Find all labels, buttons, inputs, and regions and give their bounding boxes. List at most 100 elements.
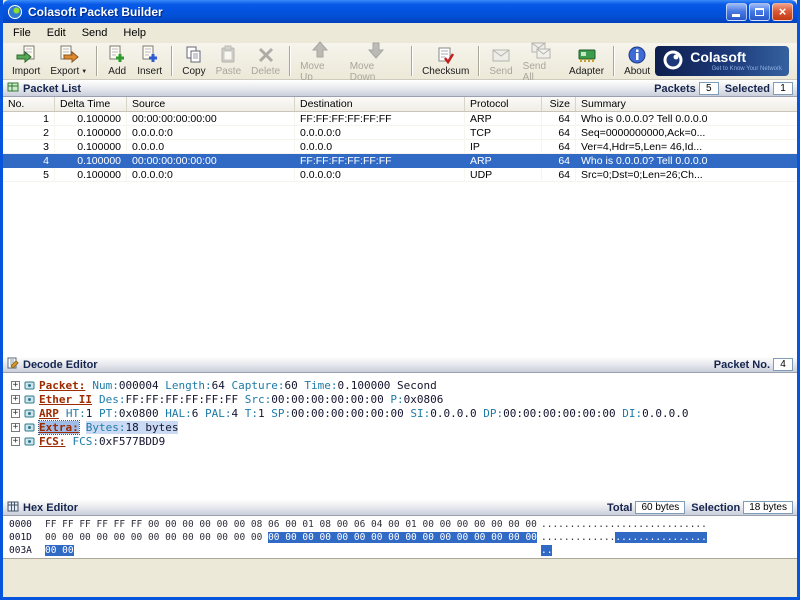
menu-item-file[interactable]: File — [5, 24, 39, 42]
expand-icon[interactable]: + — [11, 395, 20, 404]
cell-protocol: TCP — [465, 126, 542, 140]
cell-delta: 0.100000 — [55, 168, 127, 182]
decode-value: 0.0.0.0 — [430, 407, 476, 420]
minimize-button[interactable] — [726, 3, 747, 21]
toolbar: ImportExport▼ AddInsert Copy Paste Delete Mov… — [3, 43, 797, 80]
decode-value: 1 — [86, 407, 93, 420]
column-header-source[interactable]: Source — [127, 97, 295, 111]
close-button[interactable] — [772, 3, 793, 21]
hex-ascii: .. — [541, 545, 552, 556]
decode-editor-header: Decode Editor Packet No. 4 — [3, 356, 797, 373]
packet-row-5[interactable]: 50.1000000.0.0.0:00.0.0.0:0UDP64Src=0;Ds… — [3, 168, 797, 182]
insert-button[interactable]: Insert — [132, 44, 167, 78]
cell-dest: 0.0.0.0 — [295, 140, 465, 154]
cell-no: 5 — [3, 168, 55, 182]
column-header-no-[interactable]: No. — [3, 97, 55, 111]
decode-value: 6 — [192, 407, 199, 420]
cell-no: 1 — [3, 112, 55, 126]
decode-line-packet-[interactable]: +Packet:Num:000004 Length:64 Capture:60 … — [3, 378, 797, 392]
hex-editor-title: Hex Editor — [23, 502, 78, 514]
column-header-size[interactable]: Size — [542, 97, 576, 111]
hex-ascii: ............................. — [541, 532, 707, 543]
total-value: 60 bytes — [635, 501, 685, 514]
hex-bytes: 00 00 00 00 00 00 00 00 00 00 00 00 00 0… — [45, 532, 537, 543]
paste-label: Paste — [216, 66, 242, 77]
selected-count: 1 — [773, 82, 793, 95]
maximize-button[interactable] — [749, 3, 770, 21]
decode-key: PAL: — [205, 407, 232, 420]
decode-line-extra-[interactable]: +Extra:Bytes:18 bytes — [3, 420, 797, 434]
decode-line-ether-ii[interactable]: +Ether IIDes:FF:FF:FF:FF:FF:FF Src:00:00… — [3, 392, 797, 406]
app-window: Colasoft Packet Builder FileEditSendHelp… — [0, 0, 800, 600]
import-button[interactable]: Import — [7, 44, 45, 78]
packets-count: 5 — [699, 82, 719, 95]
cell-summary: Src=0;Dst=0;Len=26;Ch... — [576, 168, 797, 182]
paste-button: Paste — [211, 44, 247, 78]
packet-row-4[interactable]: 40.10000000:00:00:00:00:00FF:FF:FF:FF:FF… — [3, 154, 797, 168]
decode-value: 0x0806 — [404, 393, 444, 406]
hex-row-001D[interactable]: 001D00 00 00 00 00 00 00 00 00 00 00 00 … — [3, 531, 797, 544]
menu-item-help[interactable]: Help — [115, 24, 154, 42]
decode-key: P: — [390, 393, 403, 406]
cell-protocol: ARP — [465, 154, 542, 168]
adapter-button[interactable]: Adapter — [564, 44, 609, 78]
decode-fields: Des:FF:FF:FF:FF:FF:FF Src:00:00:00:00:00… — [99, 393, 443, 406]
hex-offset: 003A — [9, 545, 35, 556]
copy-label: Copy — [182, 66, 205, 77]
expand-icon[interactable]: + — [11, 409, 20, 418]
expand-icon[interactable]: + — [11, 381, 20, 390]
expand-icon[interactable]: + — [11, 437, 20, 446]
packet-row-2[interactable]: 20.1000000.0.0.0:00.0.0.0:0TCP64Seq=0000… — [3, 126, 797, 140]
cell-source: 0.0.0.0 — [127, 140, 295, 154]
hex-editor-header: Hex Editor Total 60 bytes Selection 18 b… — [3, 499, 797, 516]
selection-value: 18 bytes — [743, 501, 793, 514]
column-header-summary[interactable]: Summary — [576, 97, 797, 111]
expand-icon[interactable]: + — [11, 423, 20, 432]
hex-row-0000[interactable]: 0000FF FF FF FF FF FF 00 00 00 00 00 00 … — [3, 518, 797, 531]
checksum-icon — [436, 45, 456, 65]
about-button[interactable]: About — [619, 44, 655, 78]
cell-source: 00:00:00:00:00:00 — [127, 112, 295, 126]
hex-row-003A[interactable]: 003A00 00.. — [3, 544, 797, 557]
hex-bytes-unselected: 00 00 00 00 00 00 00 00 00 00 00 00 00 — [45, 532, 268, 543]
cell-size: 64 — [542, 140, 576, 154]
column-header-destination[interactable]: Destination — [295, 97, 465, 111]
column-header-protocol[interactable]: Protocol — [465, 97, 542, 111]
window-title: Colasoft Packet Builder — [28, 5, 724, 19]
export-button[interactable]: Export▼ — [45, 44, 92, 78]
packet-row-3[interactable]: 30.1000000.0.0.00.0.0.0IP64Ver=4,Hdr=5,L… — [3, 140, 797, 154]
checksum-button[interactable]: Checksum — [417, 44, 474, 78]
decode-value: FF:FF:FF:FF:FF:FF — [125, 393, 238, 406]
cell-summary: Who is 0.0.0.0? Tell 0.0.0.0 — [576, 154, 797, 168]
field-icon — [24, 380, 35, 391]
adapter-label: Adapter — [569, 66, 604, 77]
cell-size: 64 — [542, 168, 576, 182]
hex-editor-content: 0000FF FF FF FF FF FF 00 00 00 00 00 00 … — [3, 516, 797, 558]
send-icon — [491, 45, 511, 65]
decode-line-arp[interactable]: +ARPHT:1 PT:0x0800 HAL:6 PAL:4 T:1 SP:00… — [3, 406, 797, 420]
packet-table-header: No.Delta TimeSourceDestinationProtocolSi… — [3, 97, 797, 112]
send-label: Send — [489, 66, 512, 77]
menu-item-edit[interactable]: Edit — [39, 24, 74, 42]
cell-source: 0.0.0.0:0 — [127, 168, 295, 182]
field-icon — [24, 408, 35, 419]
maximize-icon — [755, 8, 764, 16]
copy-button[interactable]: Copy — [177, 44, 210, 78]
cell-delta: 0.100000 — [55, 112, 127, 126]
decode-line-fcs-[interactable]: +FCS:FCS:0xF577BDD9 — [3, 434, 797, 448]
cell-summary: Ver=4,Hdr=5,Len= 46,Id... — [576, 140, 797, 154]
adapter-icon — [577, 45, 597, 65]
menu-item-send[interactable]: Send — [74, 24, 116, 42]
copy-icon — [184, 45, 204, 65]
cell-protocol: IP — [465, 140, 542, 154]
menu-bar: FileEditSendHelp — [3, 23, 797, 43]
column-header-delta-time[interactable]: Delta Time — [55, 97, 127, 111]
cell-delta: 0.100000 — [55, 154, 127, 168]
cell-no: 4 — [3, 154, 55, 168]
move-up-icon — [310, 40, 330, 60]
move-up-button: Move Up — [295, 44, 345, 78]
add-button[interactable]: Add — [102, 44, 132, 78]
packet-row-1[interactable]: 10.10000000:00:00:00:00:00FF:FF:FF:FF:FF… — [3, 112, 797, 126]
title-bar: Colasoft Packet Builder — [3, 0, 797, 23]
delete-label: Delete — [251, 66, 280, 77]
